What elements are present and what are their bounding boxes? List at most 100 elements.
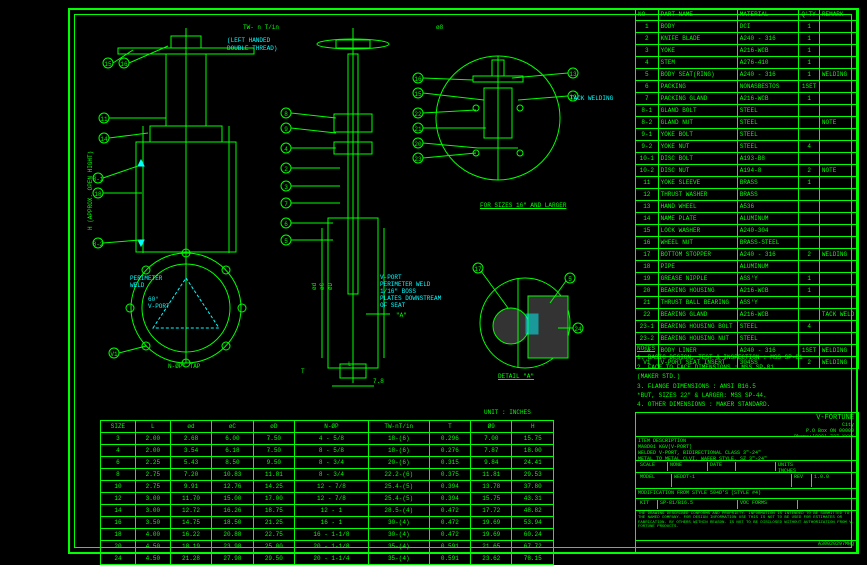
note-line: *BUT, SIZES 22" & LARGER: MSS SP-44. — [637, 392, 857, 400]
dim-row: 163.5014.7518.5021.2516 - 130-(4)0.47219… — [101, 517, 554, 529]
dim-col: øC — [212, 421, 253, 433]
vport-weld-2: PERIMETER WELD — [380, 281, 430, 288]
company-name: V-FORTUNE — [638, 414, 854, 422]
kit-val: SP-81/B16.5 — [660, 500, 693, 506]
part-row: 15LOCK WASHERA240-304 — [636, 225, 859, 237]
part-row: 21THRUST BALL BEARINGASS'Y — [636, 297, 859, 309]
phiD-label: øD — [327, 283, 334, 290]
parts-col-rmk: REMARK — [819, 9, 858, 21]
col-label: VOC FORMS — [740, 500, 767, 506]
dim-col: N-ØP — [295, 421, 369, 433]
left-handed-note-1: (LEFT HANDED — [227, 37, 270, 44]
note-line: (MAKER STD.) — [637, 373, 857, 381]
vport-weld-3: 1/16" BOSS — [380, 288, 416, 295]
L-dim: L — [348, 361, 352, 368]
svg-text:8-2: 8-2 — [93, 241, 104, 248]
cad-drawing: 1516 1114 8-1188-2 V1 8942 3765 16152221… — [78, 18, 618, 415]
svg-text:11: 11 — [100, 116, 108, 123]
scale-label: SCALE — [640, 462, 655, 468]
svg-text:16: 16 — [120, 61, 128, 68]
part-row: 8-1GLAND BOLTSTEEL — [636, 105, 859, 117]
svg-text:23: 23 — [414, 156, 422, 163]
dim-row: 62.255.438.509.508 - 3/420-(6)0.3159.842… — [101, 457, 554, 469]
tap-label: N-ØP" TAP — [168, 363, 200, 370]
part-row: 18PIPEALUMINUM — [636, 261, 859, 273]
note-line: 1. BASIC DESIGN, TEST & INSPECTION : MSS… — [637, 354, 857, 362]
part-row: 14NAME PLATEALUMINUM — [636, 213, 859, 225]
dim-col: TW-nT/in — [368, 421, 429, 433]
date-label: DATE — [710, 462, 722, 468]
svg-text:8: 8 — [284, 111, 288, 118]
dim-row: 32.002.686.007.504 - 5/818-(6)0.2967.001… — [101, 433, 554, 445]
svg-text:5: 5 — [568, 276, 572, 283]
part-row: 22BEARING GLANDA216-WCBTACK WELD — [636, 309, 859, 321]
part-row: 2KNIFE BLADEA240 - 3161 — [636, 33, 859, 45]
svg-text:20: 20 — [414, 141, 422, 148]
parts-col-no: NO — [636, 9, 659, 21]
part-row: 10-1DISC BOLTA193-B8 — [636, 153, 859, 165]
svg-text:22: 22 — [414, 111, 422, 118]
part-row: 17BOTTOM STOPPERA240 - 3162WELDING — [636, 249, 859, 261]
svg-text:24: 24 — [574, 326, 582, 333]
part-row: 6PACKINGNONASBESTOS1SET — [636, 81, 859, 93]
svg-text:5: 5 — [284, 238, 288, 245]
dim-row: 42.003.546.187.508 - 5/818-(6)0.2767.871… — [101, 445, 554, 457]
svg-text:17: 17 — [474, 266, 482, 273]
parts-table: NOPART NAMEMATERIALQ'TYREMARK 1BODYDCI12… — [635, 8, 859, 369]
note-line: 4. OTHER DIMENSIONS : MAKER STANDARD. — [637, 401, 857, 409]
svg-text:8-1: 8-1 — [93, 176, 104, 183]
svg-text:18: 18 — [94, 191, 102, 198]
svg-text:15: 15 — [104, 61, 112, 68]
svg-text:21: 21 — [414, 126, 422, 133]
part-row: 11YOKE SLEEVEBRASS1 — [636, 177, 859, 189]
dim-col: H — [512, 421, 554, 433]
part-row: 12THRUST WASHERBRASS — [636, 189, 859, 201]
phic-label: øC — [319, 283, 326, 290]
parts-col-mat: MATERIAL — [737, 9, 799, 21]
dim-row: 204.5018.1923.9825.0020 - 1-1/835-(4)0.5… — [101, 541, 554, 553]
dim-col: SIZE — [101, 421, 136, 433]
dim-row: 244.5021.2827.9829.5020 - 1-1/435-(4)0.5… — [101, 553, 554, 565]
part-row: 8-2GLAND NUTSTEELNOTE — [636, 117, 859, 129]
notes-block: NOTES 1. BASIC DESIGN, TEST & INSPECTION… — [635, 343, 859, 413]
rev-label: REV — [794, 474, 803, 480]
vport-weld-4: PLATES DOWNSTREAM — [380, 295, 441, 302]
scale-val: NONE — [670, 462, 682, 468]
for-sizes-label: FOR SIZES 16" AND LARGER — [480, 202, 566, 209]
perimeter-weld-2: WELD — [130, 282, 144, 289]
phi8-label: ø8 — [436, 24, 443, 31]
dim-row: 184.0016.2220.8822.7516 - 1-1/830-(4)0.4… — [101, 529, 554, 541]
left-handed-note-2: DOUBLE THREAD) — [227, 45, 277, 52]
svg-text:14: 14 — [100, 136, 108, 143]
drawing-number: A30020297MHQ — [818, 541, 854, 547]
model-label: MODEL — [640, 474, 655, 480]
rev-val: 1.0.0 — [814, 474, 829, 480]
parts-col-qty: Q'TY — [799, 9, 820, 21]
part-row: 4STEMA276-4101 — [636, 57, 859, 69]
vport-angle: 60° — [148, 296, 159, 303]
part-row: 20BEARING HOUSINGA216-WCB1 — [636, 285, 859, 297]
part-row: 9-2YOKE NUTSTEEL4 — [636, 141, 859, 153]
svg-text:15: 15 — [414, 91, 422, 98]
part-row: 13HAND WHEELA536 — [636, 201, 859, 213]
svg-text:6: 6 — [284, 221, 288, 228]
dim-col: T — [429, 421, 470, 433]
tw-dim-label: TW- n T/in — [243, 24, 279, 31]
vport-label: V-PORT — [148, 303, 170, 310]
vport-weld-1: V-PORT — [380, 274, 402, 281]
part-row: 5BODY SEAT(RING)A240 - 3161WELDING — [636, 69, 859, 81]
dim-row: 102.759.9112.7614.2512 - 7/825.4-(5)0.39… — [101, 481, 554, 493]
phid-label: ød — [311, 283, 318, 290]
dim-row: 123.0011.7015.0017.0012 - 7/825.4-(5)0.3… — [101, 493, 554, 505]
kit-label: KIT — [640, 500, 649, 506]
detail-a-label: DETAIL "A" — [498, 373, 534, 380]
dim-col: øD — [253, 421, 294, 433]
vport-weld-5: OF SEAT — [380, 302, 405, 309]
dim-col: L — [135, 421, 170, 433]
dim-row: 82.757.2010.8311.818 - 3/422.2-(6)0.3751… — [101, 469, 554, 481]
part-row: 10-2DISC NUTA194-82NOTE — [636, 165, 859, 177]
num78: 7.8 — [373, 378, 384, 385]
dimension-table: SIZELødøCøDN-ØPTW-nT/inTØ9H 32.002.686.0… — [100, 420, 554, 565]
notice: THE DRAWING DESCRIBED CONFORMS AND PROPR… — [638, 512, 854, 529]
part-row: 16WHEEL NUTBRASS-STEEL — [636, 237, 859, 249]
